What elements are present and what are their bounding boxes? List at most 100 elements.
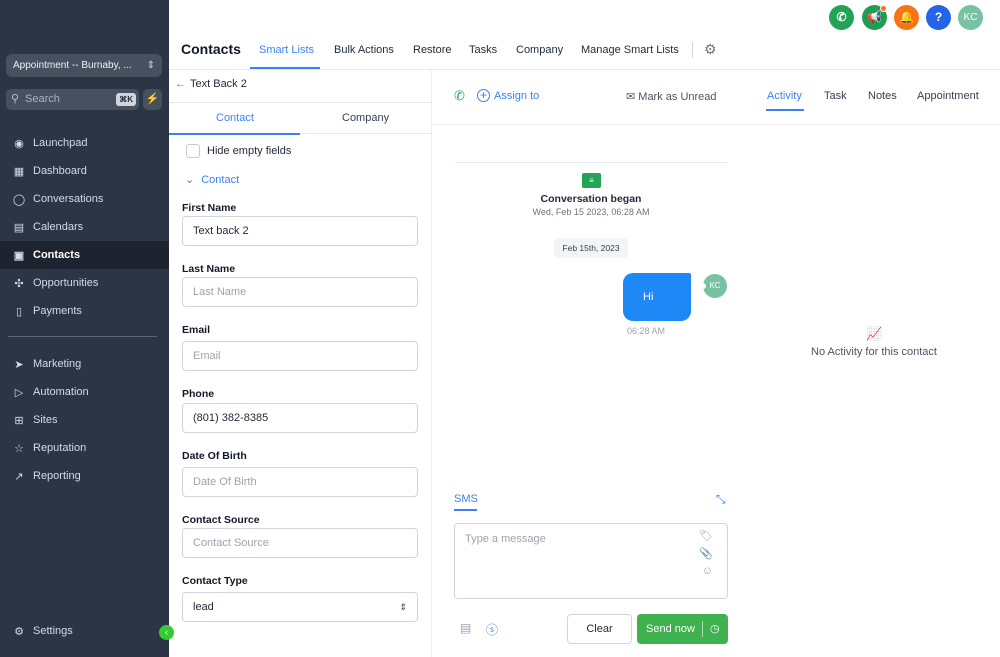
help-button[interactable]: ? xyxy=(926,5,951,30)
sidebar-item-marketing[interactable]: ➤ Marketing xyxy=(0,350,169,378)
call-button[interactable]: ✆ xyxy=(829,5,854,30)
contact-source-field[interactable]: Contact Source xyxy=(182,528,418,558)
paperclip-icon[interactable]: 📎 xyxy=(699,547,713,560)
user-avatar[interactable]: KC xyxy=(958,5,983,30)
field-label: Last Name xyxy=(182,263,236,275)
tag-icon[interactable]: 🏷 xyxy=(699,529,713,542)
conversation-header: ✆ + Assign to ✉ Mark as Unread xyxy=(432,70,754,125)
section-label: Contact xyxy=(201,174,240,186)
sidebar-item-payments[interactable]: ▯ Payments xyxy=(0,297,169,325)
tab-appointment[interactable]: Appointment xyxy=(917,90,979,102)
tab-activity[interactable]: Activity xyxy=(767,90,802,102)
tab-smart-lists[interactable]: Smart Lists xyxy=(259,44,314,56)
phone-icon[interactable]: ✆ xyxy=(454,88,465,104)
tab-manage-smart-lists[interactable]: Manage Smart Lists xyxy=(581,44,679,56)
email-field[interactable]: Email xyxy=(182,341,418,371)
active-channel-indicator xyxy=(454,509,477,511)
hide-empty-label: Hide empty fields xyxy=(207,145,292,157)
sidebar-item-automation[interactable]: ▷ Automation xyxy=(0,378,169,406)
sidebar-item-calendars[interactable]: ▤ Calendars xyxy=(0,213,169,241)
clock-icon[interactable]: ◷ xyxy=(710,614,720,644)
pipeline-icon: ✣ xyxy=(14,277,24,290)
contact-name: Text Back 2 xyxy=(190,78,247,90)
search-input[interactable]: ⚲ Search ⌘K xyxy=(6,89,139,110)
mark-unread-button[interactable]: ✉ Mark as Unread xyxy=(626,90,717,103)
sidebar-item-label: Contacts xyxy=(33,249,81,261)
sidebar-item-label: Opportunities xyxy=(33,277,99,289)
message-input[interactable]: Type a message 🏷 📎 ☺ xyxy=(454,523,728,599)
bolt-icon: ⚡ xyxy=(145,93,160,105)
send-label: Send now xyxy=(646,623,695,635)
sidebar-item-label: Payments xyxy=(33,305,82,317)
tab-tasks[interactable]: Tasks xyxy=(469,44,497,56)
sender-initials: KC xyxy=(709,281,721,290)
chevron-updown-icon: ⇕ xyxy=(146,60,155,71)
announcements-button[interactable]: 📢 xyxy=(862,5,887,30)
phone-icon: ✆ xyxy=(836,10,847,24)
sidebar-item-label: Dashboard xyxy=(33,165,87,177)
document-icon[interactable]: ▤ xyxy=(460,621,471,635)
divider xyxy=(455,162,727,163)
header-tabs: Contacts Smart Lists Bulk Actions Restor… xyxy=(169,34,1000,70)
tab-restore[interactable]: Restore xyxy=(413,44,452,56)
location-switcher[interactable]: Appointment -- Burnaby, ... ⇕ xyxy=(6,54,162,77)
assign-label: Assign to xyxy=(494,90,540,102)
location-name: Appointment -- Burnaby, ... xyxy=(13,60,132,71)
sidebar-item-label: Marketing xyxy=(33,358,82,370)
clear-button[interactable]: Clear xyxy=(567,614,632,644)
tab-bulk-actions[interactable]: Bulk Actions xyxy=(334,44,394,56)
tab-notes[interactable]: Notes xyxy=(868,90,897,102)
notifications-button[interactable]: 🔔 xyxy=(894,5,919,30)
assign-to-button[interactable]: + Assign to xyxy=(477,89,539,102)
date-separator: Feb 15th, 2023 xyxy=(554,238,628,258)
contacts-icon: ▣ xyxy=(13,249,25,262)
contact-type-select[interactable]: lead ⇕ xyxy=(182,592,418,622)
sidebar-item-opportunities[interactable]: ✣ Opportunities xyxy=(0,269,169,297)
sidebar-item-dashboard[interactable]: ▦ Dashboard xyxy=(0,157,169,185)
first-name-field[interactable]: Text back 2 xyxy=(182,216,418,246)
button-divider xyxy=(702,621,703,637)
sidebar-item-contacts[interactable]: ▣ Contacts xyxy=(0,241,169,269)
sidebar-item-settings[interactable]: ⚙ Settings xyxy=(0,617,169,645)
sidebar-item-launchpad[interactable]: ◉ Launchpad xyxy=(0,129,169,157)
tab-task[interactable]: Task xyxy=(824,90,847,102)
contact-section-toggle[interactable]: ⌄ Contact xyxy=(185,173,239,186)
tab-company[interactable]: Company xyxy=(516,44,563,56)
search-icon: ⚲ xyxy=(11,93,20,105)
gear-icon[interactable]: ⚙ xyxy=(704,41,717,58)
field-label: First Name xyxy=(182,202,237,214)
last-name-field[interactable]: Last Name xyxy=(182,277,418,307)
tab-sms[interactable]: SMS xyxy=(454,493,478,505)
empty-activity-message: No Activity for this contact xyxy=(811,346,937,358)
notification-dot xyxy=(880,5,887,12)
send-now-button[interactable]: Send now ◷ xyxy=(637,614,728,644)
sidebar-item-label: Automation xyxy=(33,386,89,398)
field-label: Contact Type xyxy=(182,575,248,587)
send-icon: ➤ xyxy=(14,358,24,371)
sidebar-item-sites[interactable]: ⊞ Sites xyxy=(0,406,169,434)
sidebar-item-conversations[interactable]: ◯ Conversations xyxy=(0,185,169,213)
activity-tabs: Activity Task Notes Appointment xyxy=(754,70,1000,125)
phone-field[interactable]: (801) 382-8385 xyxy=(182,403,418,433)
hide-empty-checkbox[interactable] xyxy=(186,144,200,158)
tab-contact[interactable]: Contact xyxy=(216,112,254,124)
mark-unread-label: Mark as Unread xyxy=(638,91,717,103)
sidebar-item-reputation[interactable]: ☆ Reputation xyxy=(0,434,169,462)
field-label: Contact Source xyxy=(182,514,260,526)
dollar-icon[interactable]: ⓢ xyxy=(486,621,498,638)
conversation-began: Conversation began xyxy=(540,193,642,205)
collapse-icon[interactable]: ⤡ xyxy=(716,492,726,507)
arrow-left-icon: ← xyxy=(175,78,186,90)
sidebar-item-reporting[interactable]: ↗ Reporting xyxy=(0,462,169,490)
date-of-birth-field[interactable]: Date Of Birth xyxy=(182,467,418,497)
back-link[interactable]: ← Text Back 2 xyxy=(175,78,247,90)
field-label: Date Of Birth xyxy=(182,450,247,462)
message-icon: ≡ xyxy=(582,173,601,188)
status-dot xyxy=(700,283,706,289)
chevron-left-icon: ‹ xyxy=(165,627,168,637)
field-label: Phone xyxy=(182,388,215,400)
quick-action-button[interactable]: ⚡ xyxy=(143,89,162,110)
emoji-icon[interactable]: ☺ xyxy=(702,565,713,577)
tab-company[interactable]: Company xyxy=(342,112,389,124)
bell-icon: 🔔 xyxy=(899,10,914,24)
